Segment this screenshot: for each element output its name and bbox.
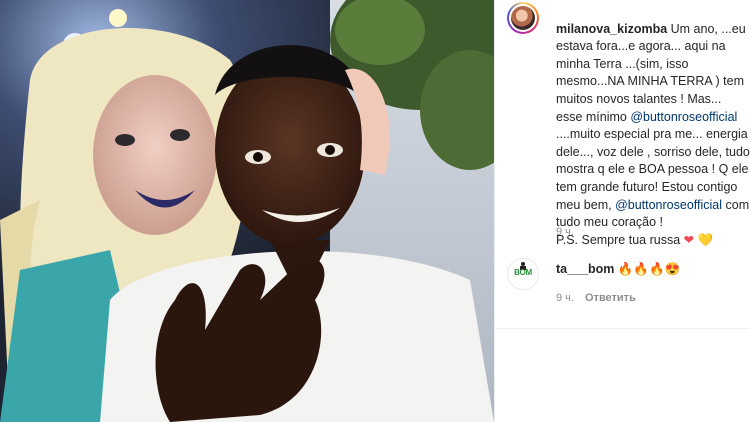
post-caption: milanova_kizomba Um ano, ...eu estava fo… [556,3,750,249]
commenter-avatar[interactable]: BOM [507,258,539,290]
comment-emoji-text: 🔥🔥🔥😍 [617,262,681,276]
post-photo[interactable] [0,0,494,422]
panel-section-divider [495,328,750,329]
photo-illustration [0,0,494,422]
author-avatar[interactable] [507,2,539,34]
commenter-avatar-logo: BOM [514,268,532,277]
comment: ta___bom 🔥🔥🔥😍 [556,261,680,278]
reply-button[interactable]: Ответить [585,292,636,304]
comments-panel[interactable]: milanova_kizomba Um ano, ...eu estava fo… [495,0,750,422]
author-username[interactable]: milanova_kizomba [556,22,667,36]
yellow-heart-icon: 💛 [697,232,714,247]
comment-timestamp[interactable]: 9 ч. [556,292,574,304]
commenter-username[interactable]: ta___bom [556,262,614,276]
post-timestamp[interactable]: 9 ч. [556,226,574,238]
mention-link[interactable]: @buttonroseofficial [615,198,722,212]
caption-text-1: Um ano, ...eu estava fora...e agora... a… [556,21,746,124]
mention-link[interactable]: @buttonroseofficial [630,110,737,124]
red-heart-icon: ❤ [683,232,695,247]
